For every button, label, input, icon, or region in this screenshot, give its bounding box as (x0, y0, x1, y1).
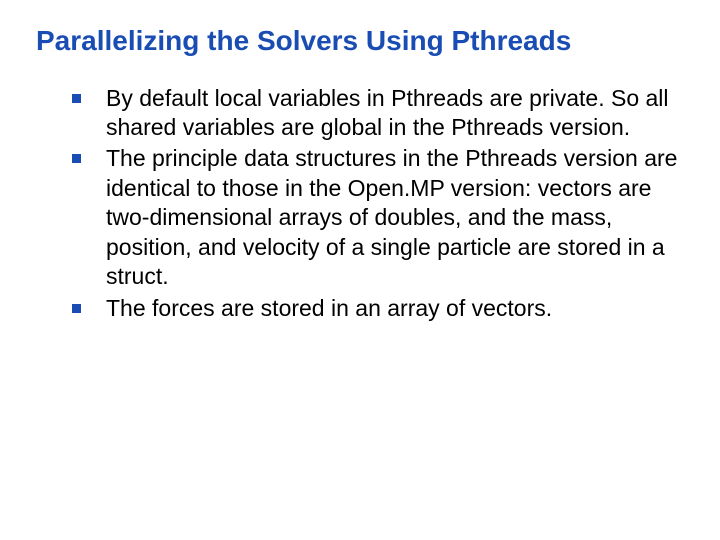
square-bullet-icon (72, 304, 81, 313)
square-bullet-icon (72, 94, 81, 103)
bullet-text: By default local variables in Pthreads a… (106, 85, 669, 140)
square-bullet-icon (72, 154, 81, 163)
bullet-text: The principle data structures in the Pth… (106, 145, 677, 289)
list-item: The forces are stored in an array of vec… (72, 294, 692, 323)
bullet-list: By default local variables in Pthreads a… (28, 84, 692, 324)
bullet-text: The forces are stored in an array of vec… (106, 295, 552, 321)
slide-title: Parallelizing the Solvers Using Pthreads (36, 24, 692, 58)
list-item: By default local variables in Pthreads a… (72, 84, 692, 143)
slide: Parallelizing the Solvers Using Pthreads… (0, 0, 720, 540)
list-item: The principle data structures in the Pth… (72, 144, 692, 291)
